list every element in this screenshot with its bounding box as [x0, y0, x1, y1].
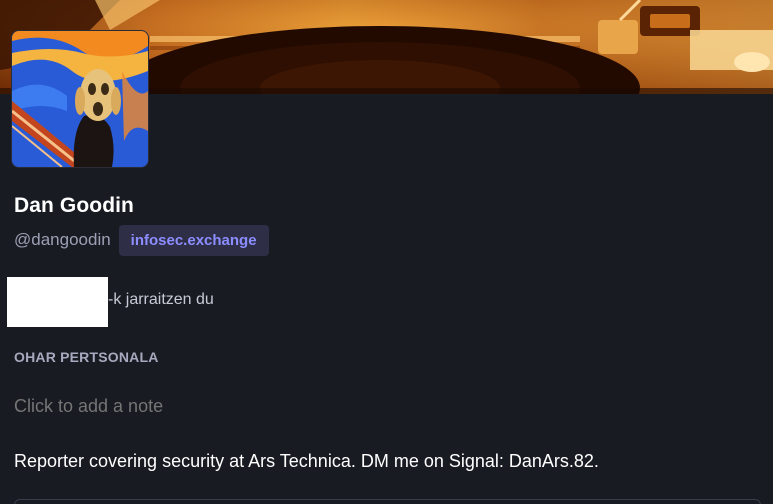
- the-scream-icon: [12, 31, 148, 167]
- domain-badge[interactable]: infosec.exchange: [118, 224, 269, 256]
- profile-fields-box: [14, 499, 761, 504]
- follows-you-text: -k jarraitzen du: [108, 291, 214, 308]
- redacted-name: [7, 277, 108, 327]
- handle-row: @dangoodin infosec.exchange: [14, 222, 269, 258]
- note-input[interactable]: [14, 393, 754, 419]
- bio: Reporter covering security at Ars Techni…: [14, 451, 599, 471]
- username: @dangoodin: [14, 230, 111, 249]
- follows-you-row: -k jarraitzen du: [7, 277, 214, 327]
- avatar[interactable]: [11, 30, 149, 168]
- note-label: OHAR PERTSONALA: [14, 349, 159, 365]
- display-name: Dan Goodin: [14, 194, 134, 217]
- profile-page: Dan Goodin @dangoodin infosec.exchange -…: [0, 0, 773, 504]
